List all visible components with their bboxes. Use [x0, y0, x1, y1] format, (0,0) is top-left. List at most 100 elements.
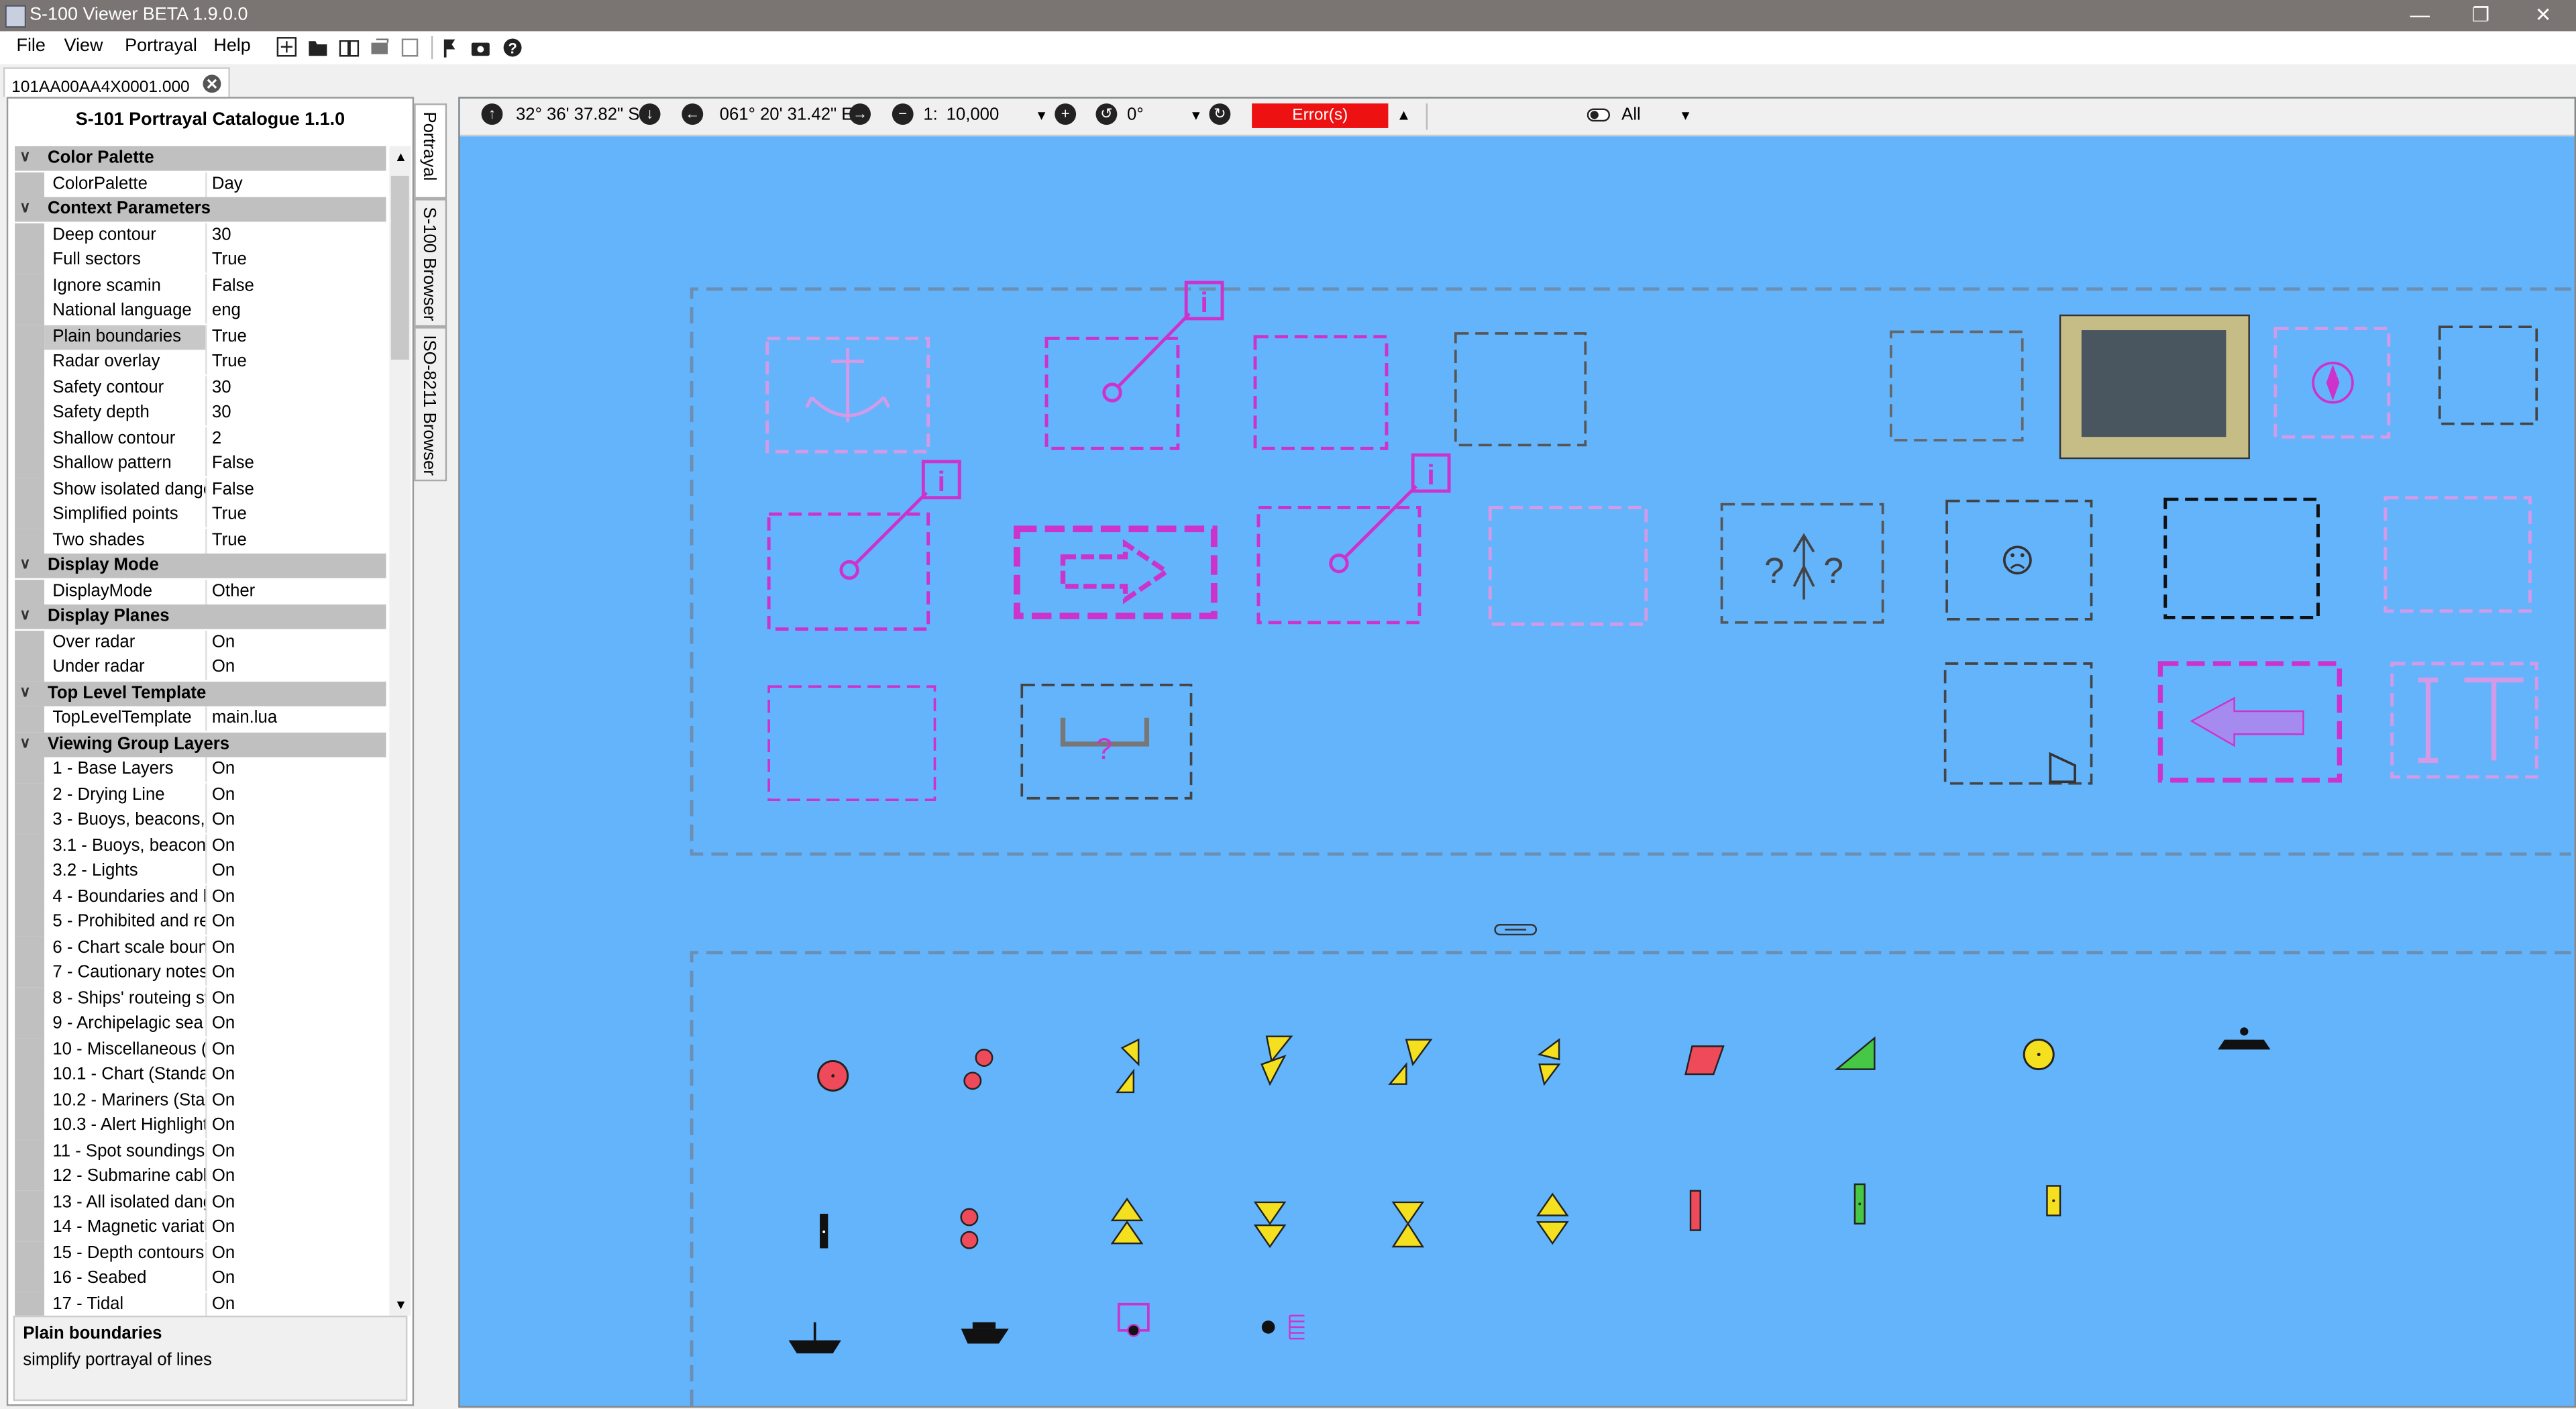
category-viewing-group-layers[interactable]: ∨ Viewing Group Layers: [15, 732, 386, 759]
layer-row[interactable]: 3.2 - Lights On: [15, 859, 386, 886]
panel-scrollbar[interactable]: ▲ ▼: [389, 146, 411, 1316]
layer-row[interactable]: 5 - Prohibited and res On: [15, 910, 386, 937]
category-display-planes[interactable]: ∨ Display Planes: [15, 604, 386, 631]
layers-icon[interactable]: [371, 38, 389, 54]
layer-row[interactable]: 16 - Seabed On: [15, 1266, 386, 1293]
category-top-level-template[interactable]: ∨ Top Level Template: [15, 681, 386, 709]
layer-row[interactable]: 6 - Chart scale bound On: [15, 935, 386, 962]
layer-row[interactable]: 10.1 - Chart (StandardOn: [15, 1062, 386, 1090]
collapse-icon[interactable]: ∨: [19, 683, 30, 701]
splitter-handle[interactable]: [1494, 923, 1538, 936]
prop-row[interactable]: Over radar On: [15, 631, 386, 658]
scroll-thumb[interactable]: [390, 175, 409, 360]
chart-canvas[interactable]: i i i ? ? ?: [460, 135, 2575, 1406]
menu-portrayal[interactable]: Portrayal: [125, 36, 197, 56]
collapse-icon[interactable]: ∨: [19, 734, 30, 752]
layer-row[interactable]: 4 - Boundaries and lir On: [15, 884, 386, 911]
category-display-mode[interactable]: ∨ Display Mode: [15, 553, 386, 580]
layer-row[interactable]: 1 - Base Layers On: [15, 757, 386, 784]
prop-row[interactable]: Safety contour 30: [15, 376, 386, 403]
prop-row[interactable]: Two shades True: [15, 529, 386, 556]
layer-row[interactable]: 2 - Drying Line On: [15, 782, 386, 809]
layer-row[interactable]: 13 - All isolated dang On: [15, 1190, 386, 1216]
latitude-field[interactable]: 32° 36' 37.82" S: [516, 105, 639, 125]
layer-row[interactable]: 14 - Magnetic variatic On: [15, 1215, 386, 1242]
prop-row[interactable]: ColorPalette Day: [15, 172, 386, 199]
prop-row[interactable]: Safety depth 30: [15, 401, 386, 427]
prop-row[interactable]: TopLevelTemplate main.lua: [15, 706, 386, 733]
zoom-in-icon[interactable]: +: [1055, 103, 1077, 125]
scroll-down-icon[interactable]: ▼: [394, 1298, 407, 1312]
layer-row[interactable]: 9 - Archipelagic sea la On: [15, 1011, 386, 1039]
rotation-dropdown-icon[interactable]: ▼: [1189, 109, 1202, 123]
layer-row[interactable]: 11 - Spot soundings On: [15, 1139, 386, 1165]
collapse-icon[interactable]: ∨: [19, 606, 30, 624]
longitude-field[interactable]: 061° 20' 31.42" E: [720, 105, 853, 125]
page-icon[interactable]: [401, 38, 419, 57]
layer-row[interactable]: 15 - Depth contours On: [15, 1241, 386, 1267]
menu-help[interactable]: Help: [213, 36, 250, 56]
layer-row[interactable]: 3 - Buoys, beacons, a On: [15, 808, 386, 835]
layer-row[interactable]: 10.2 - Mariners (Stanc On: [15, 1088, 386, 1114]
tab-s100-browser[interactable]: S-100 Browser: [414, 199, 447, 327]
errors-indicator[interactable]: Error(s): [1252, 103, 1389, 128]
prop-row[interactable]: Full sectors True: [15, 248, 386, 274]
layer-row[interactable]: 7 - Cautionary notes On: [15, 961, 386, 988]
prop-row[interactable]: Shallow contour 2: [15, 427, 386, 454]
document-tab[interactable]: 101AA00AA4X0001.000: [3, 67, 229, 97]
layer-row[interactable]: 3.1 - Buoys, beacons, On: [15, 833, 386, 860]
prop-row[interactable]: Simplified points True: [15, 503, 386, 529]
prop-row[interactable]: Shallow pattern False: [15, 452, 386, 478]
toggle-icon[interactable]: [1587, 107, 1611, 123]
minimize-button[interactable]: —: [2390, 0, 2449, 32]
collapse-icon[interactable]: ∨: [19, 148, 30, 166]
prop-row[interactable]: Ignore scamin False: [15, 274, 386, 301]
filter-select[interactable]: All: [1621, 105, 1641, 125]
filter-dropdown-icon[interactable]: ▼: [1679, 109, 1692, 123]
layer-row[interactable]: 10 - Miscellaneous (S On: [15, 1037, 386, 1064]
light-symbol: [1261, 1314, 1305, 1340]
collapse-icon[interactable]: ∨: [19, 555, 30, 573]
category-context-parameters[interactable]: ∨ Context Parameters: [15, 197, 386, 223]
layer-row[interactable]: 12 - Submarine cable On: [15, 1164, 386, 1191]
chart-view[interactable]: ↑ 32° 36' 37.82" S ↓ ← 061° 20' 31.42" E…: [458, 97, 2576, 1408]
scale-dropdown-icon[interactable]: ▼: [1035, 109, 1048, 123]
close-tab-icon[interactable]: [201, 74, 221, 93]
prop-row[interactable]: Under radar On: [15, 655, 386, 682]
category-color-palette[interactable]: ∨ Color Palette: [15, 146, 386, 173]
tab-iso8211-browser[interactable]: ISO-8211 Browser: [414, 327, 447, 482]
prop-row[interactable]: National language eng: [15, 299, 386, 325]
prop-row[interactable]: DisplayMode Other: [15, 580, 386, 607]
prop-row-selected[interactable]: Plain boundaries True: [15, 325, 386, 352]
close-button[interactable]: ✕: [2514, 0, 2573, 32]
prop-row[interactable]: Deep contour 30: [15, 223, 386, 250]
errors-expand-icon[interactable]: ▲: [1397, 107, 1411, 123]
flag-icon[interactable]: [443, 39, 455, 58]
zoom-out-icon[interactable]: −: [892, 103, 914, 125]
menu-file[interactable]: File: [16, 36, 45, 56]
menu-view[interactable]: View: [64, 36, 103, 56]
camera-icon[interactable]: [471, 42, 490, 56]
tab-portrayal[interactable]: Portrayal: [414, 103, 447, 199]
south-arrow-icon[interactable]: ↓: [639, 103, 661, 125]
new-icon[interactable]: [276, 37, 297, 57]
west-arrow-icon[interactable]: ←: [682, 103, 704, 125]
prop-row[interactable]: Show isolated danger False: [15, 478, 386, 505]
help-icon[interactable]: ?: [503, 38, 522, 57]
rotate-reset-icon[interactable]: ↻: [1209, 103, 1231, 125]
east-arrow-icon[interactable]: →: [849, 103, 871, 125]
scale-field[interactable]: 10,000: [947, 105, 1000, 125]
rotation-field[interactable]: 0°: [1127, 105, 1144, 125]
layer-row[interactable]: 8 - Ships' routeing sy: On: [15, 986, 386, 1013]
layer-row[interactable]: 10.3 - Alert Highlight: On: [15, 1113, 386, 1140]
info-area-symbol: i: [767, 460, 961, 631]
layer-row[interactable]: 17 - Tidal On: [15, 1292, 386, 1316]
prop-row[interactable]: Radar overlay True: [15, 350, 386, 376]
catalogue-book-icon[interactable]: [339, 40, 360, 57]
collapse-icon[interactable]: ∨: [19, 199, 30, 217]
rotate-ccw-icon[interactable]: ↺: [1095, 103, 1118, 125]
north-arrow-icon[interactable]: ↑: [481, 103, 503, 125]
open-folder-icon[interactable]: [309, 41, 327, 56]
restore-button[interactable]: ❐: [2451, 0, 2510, 32]
scroll-up-icon[interactable]: ▲: [394, 150, 407, 164]
